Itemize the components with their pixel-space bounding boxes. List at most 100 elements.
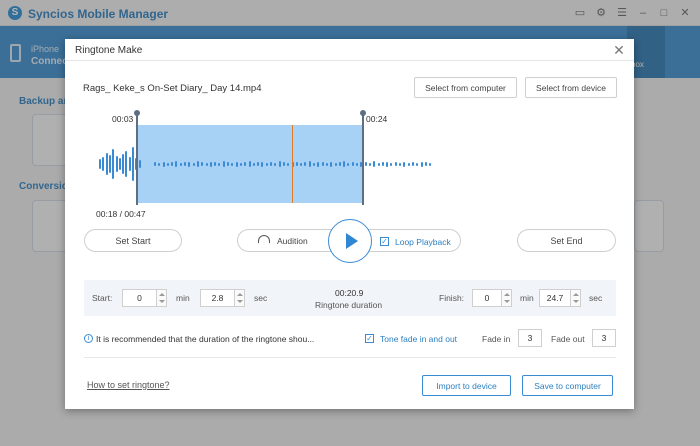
playhead[interactable] [292, 125, 293, 203]
waveform-bar [381, 162, 384, 166]
loop-playback-checkbox[interactable]: ✓ [380, 237, 389, 246]
waveform-bar [105, 153, 108, 175]
end-marker-time: 00:24 [366, 114, 388, 124]
dialog-title: Ringtone Make [75, 45, 143, 56]
finish-sec-unit: sec [589, 293, 603, 303]
fade-in-input[interactable]: 3 [518, 329, 542, 347]
waveform-bar [179, 162, 182, 166]
waveform-bar [235, 161, 238, 167]
start-sec-unit: sec [254, 293, 268, 303]
tone-fade-label: Tone fade in and out [380, 334, 458, 344]
select-from-computer-button[interactable]: Select from computer [414, 77, 517, 98]
end-marker[interactable] [362, 113, 364, 205]
waveform-bar [295, 162, 298, 166]
play-icon [346, 233, 358, 249]
waveform-bar [227, 162, 229, 166]
finish-min-unit: min [520, 293, 534, 303]
waveform-bar [420, 161, 423, 167]
waveform-bar [138, 160, 141, 168]
set-start-button[interactable]: Set Start [84, 229, 182, 252]
fade-out-input[interactable]: 3 [592, 329, 616, 347]
waveform-bar [162, 161, 165, 167]
waveform-bar [239, 162, 242, 166]
waveform-bar [196, 161, 199, 167]
waveform-bar [122, 154, 125, 174]
waveform-bar [278, 161, 281, 167]
waveform-bar [343, 161, 346, 167]
waveform-bar [205, 162, 208, 166]
finish-min-input[interactable]: 0 [472, 289, 502, 307]
waveform-bar [171, 162, 174, 166]
waveform-bar [201, 162, 204, 166]
waveform-bar [261, 161, 264, 167]
waveform-bar [257, 162, 260, 166]
waveform-bar [403, 161, 406, 167]
position-time: 00:18 / 00:47 [96, 209, 146, 219]
waveform-bar [102, 157, 105, 171]
waveform-bar [184, 162, 186, 166]
waveform-bar [153, 162, 156, 166]
waveform-bar [364, 162, 367, 166]
waveform-bar [313, 162, 315, 166]
tone-fade-checkbox[interactable]: ✓ [365, 334, 374, 343]
waveform-bar [411, 162, 414, 166]
waveform-bar [390, 162, 393, 166]
start-min-input[interactable]: 0 [122, 289, 157, 307]
waveform-bar [214, 162, 217, 166]
waveform-bar [330, 161, 333, 167]
waveform-bar [304, 162, 307, 166]
waveform-bar [386, 161, 389, 167]
waveform-bar [377, 162, 380, 166]
waveform-bar [338, 162, 341, 166]
waveform-bar [368, 162, 371, 166]
waveform-bar [424, 162, 427, 166]
start-marker-time: 00:03 [112, 114, 134, 124]
waveform-bar [394, 162, 397, 166]
waveform-bar [287, 162, 290, 166]
divider [84, 357, 616, 358]
waveform-bar [218, 162, 221, 166]
duration-label: Ringtone duration [315, 300, 383, 310]
waveform-bar [308, 161, 311, 167]
waveform-bar [125, 151, 128, 177]
waveform-bar [300, 162, 303, 166]
dialog-header: Ringtone Make ✕ [65, 39, 634, 61]
waveform-bar [231, 162, 234, 166]
waveform-bar [248, 161, 251, 167]
recommend-text: It is recommended that the duration of t… [96, 334, 315, 344]
finish-sec-input[interactable]: 24.7 [539, 289, 571, 307]
finish-sec-stepper[interactable] [571, 289, 581, 307]
how-to-set-ringtone-link[interactable]: How to set ringtone? [87, 380, 170, 390]
select-from-device-button[interactable]: Select from device [525, 77, 617, 98]
waveform[interactable] [95, 125, 475, 203]
waveform-bar [158, 162, 161, 166]
waveform-bar [399, 162, 401, 166]
waveform-bar [244, 162, 247, 166]
waveform-bar [222, 161, 225, 167]
start-marker[interactable] [136, 113, 138, 205]
fade-in-label: Fade in [482, 334, 511, 344]
waveform-bar [175, 161, 178, 167]
finish-label: Finish: [439, 293, 465, 303]
start-min-stepper[interactable] [157, 289, 167, 307]
waveform-bar [347, 162, 350, 166]
start-sec-input[interactable]: 2.8 [200, 289, 235, 307]
import-to-device-button[interactable]: Import to device [422, 375, 511, 396]
waveform-bar [115, 156, 118, 172]
waveform-bar [209, 161, 212, 167]
save-to-computer-button[interactable]: Save to computer [522, 375, 613, 396]
waveform-bar [108, 155, 111, 173]
set-end-button[interactable]: Set End [517, 229, 616, 252]
info-icon: i [84, 334, 93, 343]
waveform-bar [265, 162, 268, 166]
start-marker-handle[interactable] [134, 110, 140, 116]
start-sec-stepper[interactable] [235, 289, 245, 307]
waveform-bar [429, 162, 432, 166]
audition-button[interactable]: Audition [277, 236, 308, 246]
close-icon[interactable]: ✕ [611, 42, 627, 58]
waveform-bar [166, 162, 169, 166]
waveform-bar [132, 147, 134, 181]
waveform-bar [112, 149, 115, 179]
finish-min-stepper[interactable] [502, 289, 512, 307]
ringtone-make-dialog: Ringtone Make ✕ Rags_ Keke_s On-Set Diar… [65, 39, 634, 409]
